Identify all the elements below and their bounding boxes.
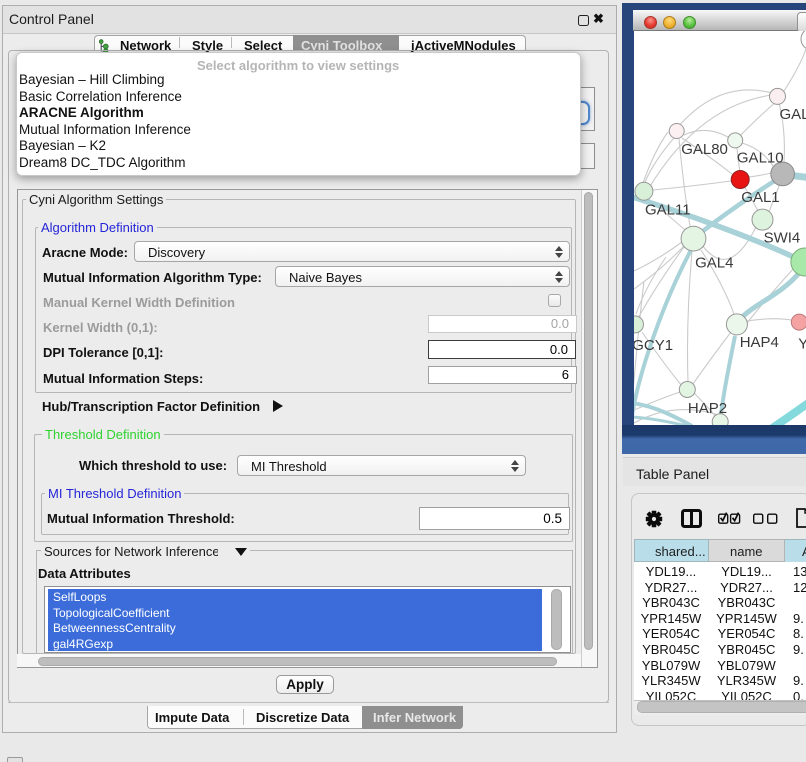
svg-text:HAP2: HAP2 (687, 400, 726, 417)
svg-text:SWI4: SWI4 (763, 229, 800, 246)
svg-text:HAP4: HAP4 (739, 334, 778, 351)
svg-text:Y: Y (798, 335, 806, 352)
svg-text:GAL11: GAL11 (645, 202, 691, 219)
svg-text:GAL10: GAL10 (736, 150, 783, 167)
svg-text:GAL7: GAL7 (779, 106, 806, 123)
svg-text:GAL1: GAL1 (741, 189, 779, 206)
svg-text:GCY1: GCY1 (634, 337, 673, 354)
svg-text:GAL80: GAL80 (681, 141, 728, 158)
svg-text:GAL4: GAL4 (695, 254, 733, 271)
